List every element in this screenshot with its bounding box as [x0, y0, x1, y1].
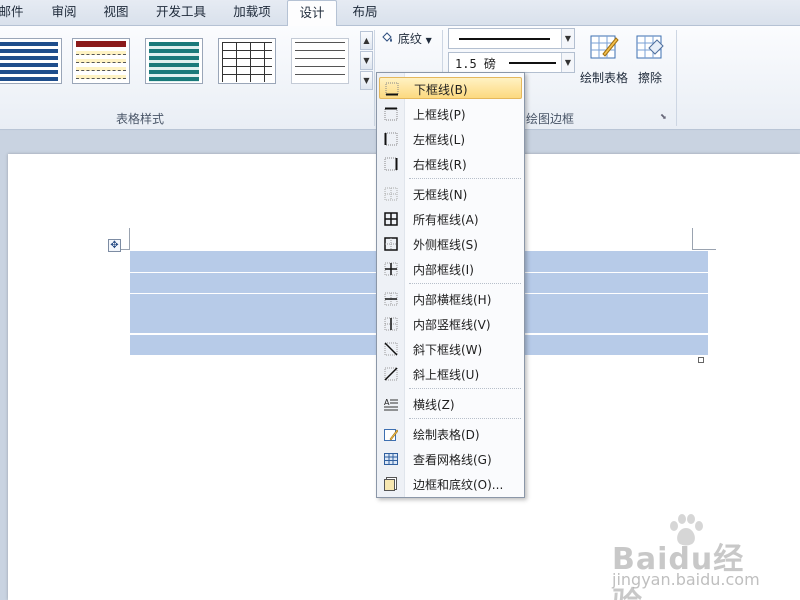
all-borders-icon [384, 212, 398, 226]
table-style-swatch-1[interactable] [0, 38, 62, 84]
right-border-icon [384, 157, 398, 171]
menu-item-diagonal-down-border[interactable]: 斜下框线(W) [379, 338, 522, 360]
table-resize-handle[interactable] [698, 357, 704, 363]
group-separator [374, 30, 375, 126]
menu-separator [409, 283, 521, 284]
crop-mark [692, 228, 716, 250]
tab-layout[interactable]: 布局 [342, 0, 388, 26]
group-separator [676, 30, 677, 126]
paint-bucket-icon [380, 31, 394, 43]
line-weight-preview [509, 62, 556, 64]
borders-dropdown-menu: 下框线(B) 上框线(P) 左框线(L) 右框线(R) 无框线(N) 所有框线(… [376, 72, 525, 498]
table-styles-group-label: 表格样式 [115, 112, 164, 126]
eraser-icon [634, 32, 666, 65]
gallery-scroll-up-button[interactable]: ▲ [360, 31, 373, 50]
menu-item-bottom-border[interactable]: 下框线(B) [379, 77, 522, 99]
outside-borders-icon [384, 237, 398, 251]
top-border-icon [384, 107, 398, 121]
line-style-preview [459, 38, 550, 40]
tab-developer[interactable]: 开发工具 [150, 0, 212, 26]
horizontal-line-icon: A [384, 397, 398, 411]
dialog-launcher-icon[interactable]: ⬊ [660, 112, 669, 121]
menu-separator [409, 388, 521, 389]
draw-table-icon [384, 427, 399, 441]
menu-item-outside-borders[interactable]: 外侧框线(S) [379, 233, 522, 255]
shading-button[interactable]: 底纹 ▼ [378, 30, 442, 50]
menu-item-diagonal-up-border[interactable]: 斜上框线(U) [379, 363, 522, 385]
menu-item-inside-borders[interactable]: 内部框线(I) [379, 258, 522, 280]
table-style-swatch-3[interactable] [145, 38, 203, 84]
draw-borders-group-label: 绘图边框 [525, 112, 574, 126]
draw-table-button[interactable]: 绘制表格 [578, 32, 630, 86]
left-border-icon [384, 132, 398, 146]
diagonal-down-border-icon [384, 342, 398, 356]
table-style-swatch-4[interactable] [218, 38, 276, 84]
tab-mailings[interactable]: 邮件 [0, 0, 30, 26]
draw-table-label: 绘制表格 [579, 71, 628, 85]
view-gridlines-icon [384, 452, 398, 466]
menu-item-draw-table[interactable]: 绘制表格(D) [379, 423, 522, 445]
tab-view[interactable]: 视图 [96, 0, 136, 26]
borders-and-shading-icon [384, 477, 398, 491]
eraser-label: 擦除 [637, 71, 662, 85]
no-border-icon [384, 187, 398, 201]
draw-table-icon [578, 32, 630, 65]
shading-label: 底纹 [397, 32, 422, 46]
menu-item-horizontal-line[interactable]: A 横线(Z) [379, 393, 522, 415]
menu-item-borders-and-shading[interactable]: 边框和底纹(O)... [379, 473, 522, 495]
menu-item-top-border[interactable]: 上框线(P) [379, 103, 522, 125]
eraser-button[interactable]: 擦除 [634, 32, 666, 86]
tab-add-ins[interactable]: 加载项 [226, 0, 278, 26]
table-style-swatch-5[interactable] [291, 38, 349, 84]
watermark-text: Baidu经验 [612, 542, 745, 600]
menu-separator [409, 418, 521, 419]
table-style-swatch-2[interactable] [72, 38, 130, 84]
gallery-more-button[interactable]: ▼ [360, 71, 373, 90]
chevron-down-icon[interactable]: ▼ [561, 29, 574, 48]
menu-item-all-borders[interactable]: 所有框线(A) [379, 208, 522, 230]
line-style-dropdown[interactable]: ▼ [448, 28, 575, 49]
menu-separator [409, 178, 521, 179]
menu-item-inside-horizontal-border[interactable]: 内部横框线(H) [379, 288, 522, 310]
watermark-url: jingyan.baidu.com [612, 570, 760, 589]
svg-text:A: A [384, 398, 390, 407]
menu-item-right-border[interactable]: 右框线(R) [379, 153, 522, 175]
line-weight-value: 1.5 磅 [455, 57, 496, 71]
menu-item-view-gridlines[interactable]: 查看网格线(G) [379, 448, 522, 470]
tab-design[interactable]: 设计 [287, 0, 337, 27]
inside-vertical-border-icon [384, 317, 398, 331]
diagonal-up-border-icon [384, 367, 398, 381]
gallery-scroll-down-button[interactable]: ▼ [360, 51, 373, 70]
menu-item-left-border[interactable]: 左框线(L) [379, 128, 522, 150]
bottom-border-icon [385, 82, 399, 96]
menu-item-no-border[interactable]: 无框线(N) [379, 183, 522, 205]
chevron-down-icon[interactable]: ▼ [561, 53, 574, 72]
menu-item-inside-vertical-border[interactable]: 内部竖框线(V) [379, 313, 522, 335]
tab-review[interactable]: 审阅 [44, 0, 84, 26]
inside-horizontal-border-icon [384, 292, 398, 306]
line-weight-dropdown[interactable]: 1.5 磅 ▼ [448, 52, 575, 73]
ribbon-tab-bar: 邮件 审阅 视图 开发工具 加载项 设计 布局 [0, 0, 800, 27]
baidu-watermark: Baidu经验 jingyan.baidu.com [612, 514, 772, 600]
chevron-down-icon: ▼ [425, 36, 432, 45]
table-move-handle-icon[interactable]: ✥ [108, 239, 121, 252]
inside-borders-icon [384, 262, 398, 276]
